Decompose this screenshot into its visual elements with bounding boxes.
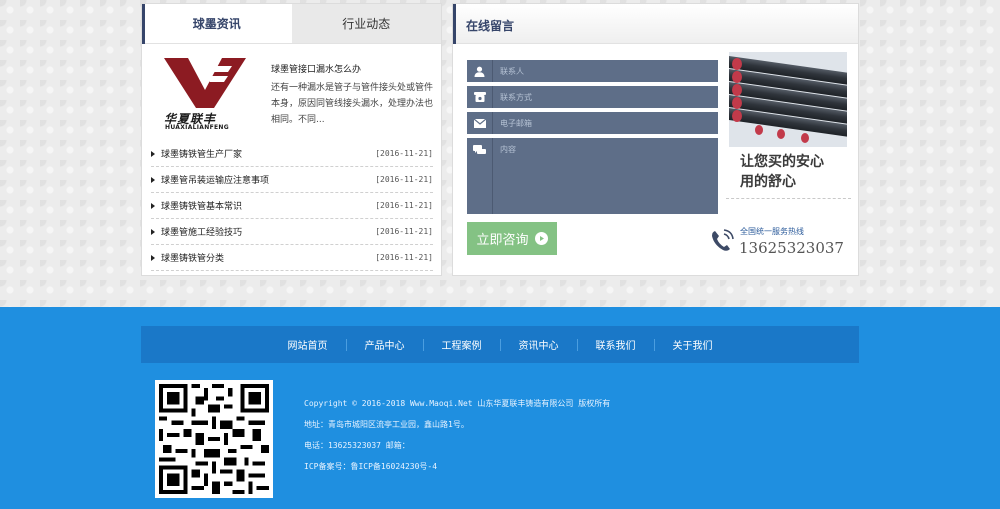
company-logo: 华夏联丰 HUAXIALIANFENG [162, 56, 248, 131]
featured-title[interactable]: 球墨管接口漏水怎么办 [271, 62, 361, 75]
tab-label: 行业动态 [342, 17, 391, 31]
qr-code [155, 380, 273, 498]
featured-description: 还有一种漏水是管子与管件接头处或管件本身，原因同管线接头漏水，处理办法也相同。不… [271, 83, 434, 125]
contact-name-field [467, 60, 718, 82]
footer-info: Copyright © 2016-2018 Www.Maoqi.Net 山东华夏… [304, 393, 610, 477]
hotline-label: 全国统一服务热线 [740, 227, 804, 236]
nav-item-about[interactable]: 关于我们 [655, 337, 731, 352]
news-tabs: 球墨资讯 行业动态 [142, 4, 441, 44]
tab-label: 球墨资讯 [192, 17, 241, 31]
featured-article[interactable]: 华夏联丰 HUAXIALIANFENG 球墨管接口漏水怎么办 还有一种漏水是管子… [142, 52, 442, 138]
news-title[interactable]: 球墨铸铁管基本常识 [161, 199, 242, 212]
news-date: [2016-11-21] [375, 253, 433, 262]
news-date: [2016-11-21] [375, 149, 433, 158]
email-field [467, 112, 718, 134]
nav-item-products[interactable]: 产品中心 [347, 337, 423, 352]
promo-divider [726, 198, 851, 199]
content-field [467, 138, 718, 214]
bullet-triangle-icon [151, 202, 155, 209]
promo-line-2: 用的舒心 [740, 174, 796, 190]
nav-item-news[interactable]: 资讯中心 [501, 337, 577, 352]
message-panel: 在线留言 立即咨询 [452, 3, 859, 276]
news-date: [2016-11-21] [375, 201, 433, 210]
contact-phone-field [467, 86, 718, 108]
promo-block: 让您买的安心 用的舒心 [726, 52, 851, 202]
arrow-right-icon [534, 232, 548, 245]
logo-english-text: HUAXIALIANFENG [165, 124, 229, 131]
nav-item-contact[interactable]: 联系我们 [578, 337, 654, 352]
list-item[interactable]: 球墨管施工经验技巧 [2016-11-21] [151, 219, 433, 245]
list-item[interactable]: 球墨管吊装运输应注意事项 [2016-11-21] [151, 167, 433, 193]
submit-label: 立即咨询 [476, 233, 529, 248]
news-date: [2016-11-21] [375, 175, 433, 184]
email-input[interactable] [493, 113, 713, 133]
news-date: [2016-11-21] [375, 227, 433, 236]
submit-consult-button[interactable]: 立即咨询 [467, 222, 557, 255]
phone-handset-icon [709, 228, 735, 254]
qr-code-icon [155, 380, 273, 498]
contact-phone-input[interactable] [493, 87, 713, 107]
footer-nav: 网站首页 产品中心 工程案例 资讯中心 联系我们 关于我们 [141, 326, 859, 363]
address-text: 地址：青岛市城阳区流亭工业园，鑫山路1号。 [304, 420, 469, 429]
tab-ball-iron-news[interactable]: 球墨资讯 [142, 4, 292, 43]
news-list: 球墨铸铁管生产厂家 [2016-11-21] 球墨管吊装运输应注意事项 [2016-… [151, 141, 433, 271]
bullet-triangle-icon [151, 150, 155, 157]
copyright-text: Copyright © 2016-2018 Www.Maoqi.Net 山东华夏… [304, 399, 611, 408]
list-item[interactable]: 球墨铸铁管生产厂家 [2016-11-21] [151, 141, 433, 167]
bullet-triangle-icon [151, 228, 155, 235]
bullet-triangle-icon [151, 254, 155, 261]
promo-line-1: 让您买的安心 [740, 154, 824, 170]
icp-text[interactable]: ICP备案号：鲁ICP备16024230号-4 [304, 456, 610, 477]
chat-icon [467, 138, 493, 214]
content-textarea[interactable] [493, 138, 717, 212]
contact-name-input[interactable] [493, 61, 713, 81]
tab-industry-news[interactable]: 行业动态 [291, 4, 441, 43]
nav-item-cases[interactable]: 工程案例 [424, 337, 500, 352]
news-title[interactable]: 球墨铸铁管分类 [161, 251, 224, 264]
nav-item-home[interactable]: 网站首页 [270, 337, 346, 352]
bullet-triangle-icon [151, 176, 155, 183]
news-title[interactable]: 球墨管吊装运输应注意事项 [161, 173, 269, 186]
contact-text: 电话：13625323037 邮箱： [304, 441, 410, 450]
news-title[interactable]: 球墨管施工经验技巧 [161, 225, 242, 238]
news-title[interactable]: 球墨铸铁管生产厂家 [161, 147, 242, 160]
mail-icon [467, 112, 493, 134]
company-logo-icon [164, 58, 246, 108]
footer: 网站首页 产品中心 工程案例 资讯中心 联系我们 关于我们 Copyright … [0, 307, 1000, 509]
message-header: 在线留言 [453, 4, 858, 44]
phone-icon [467, 86, 493, 108]
hotline-number: 13625323037 [739, 239, 844, 257]
list-item[interactable]: 球墨铸铁管分类 [2016-11-21] [151, 245, 433, 271]
user-icon [467, 60, 493, 82]
pipes-image [729, 52, 847, 147]
message-title: 在线留言 [466, 19, 515, 33]
promo-slogan: 让您买的安心 用的舒心 [740, 152, 824, 192]
list-item[interactable]: 球墨铸铁管基本常识 [2016-11-21] [151, 193, 433, 219]
news-panel: 球墨资讯 行业动态 华夏联丰 HUAXIALIANFENG 球墨管接口漏水怎么办… [141, 3, 442, 276]
